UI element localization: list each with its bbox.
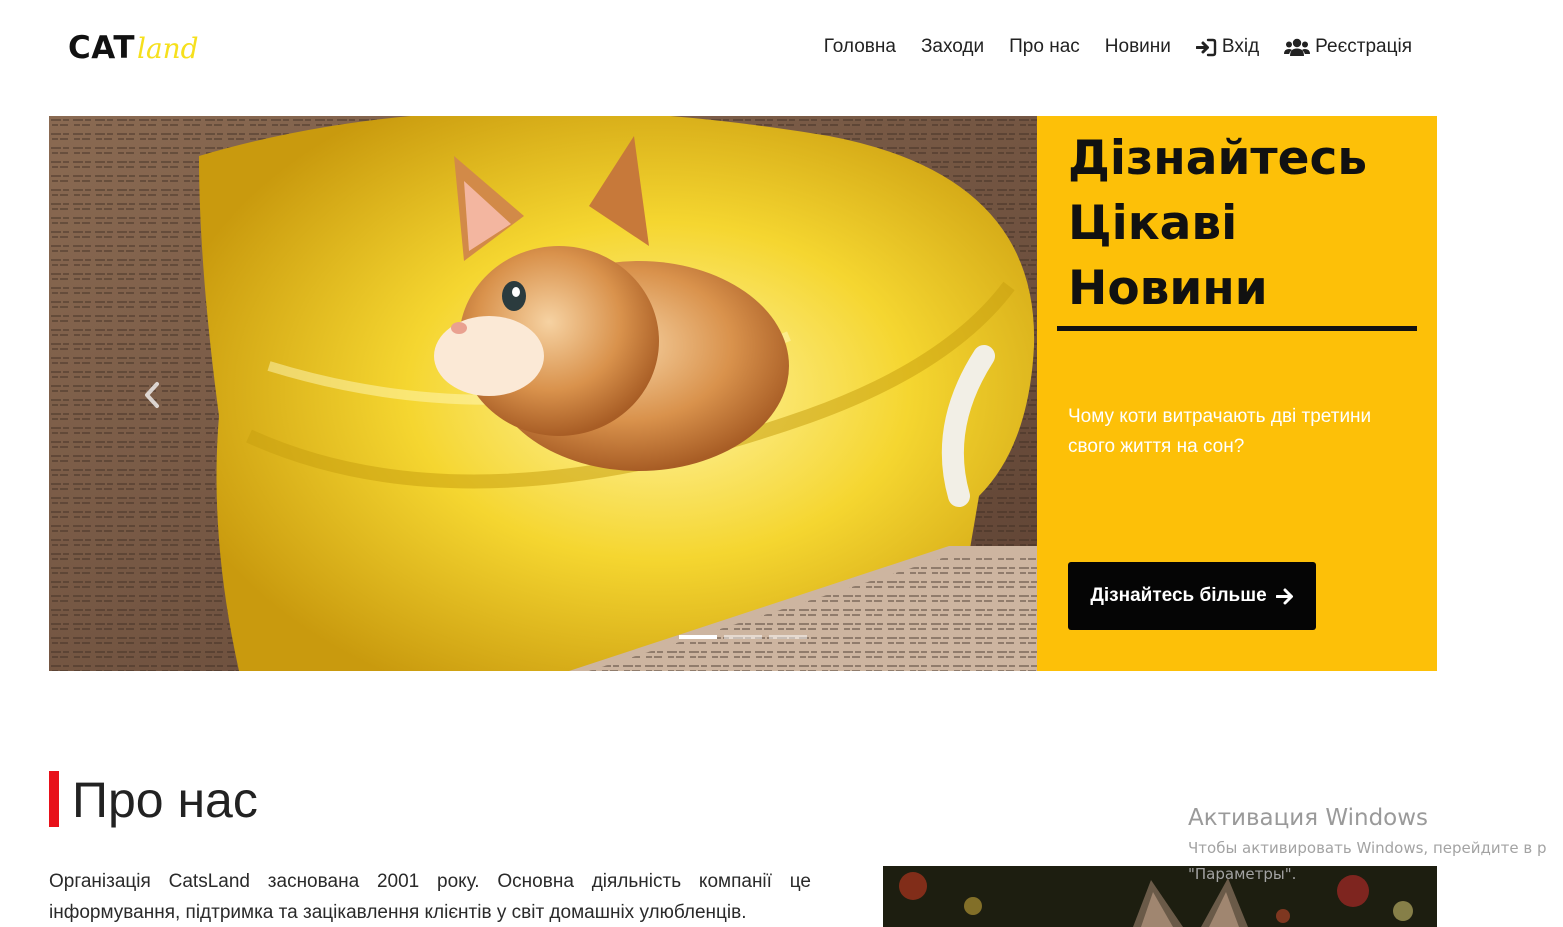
arrow-right-icon bbox=[1275, 588, 1293, 604]
nav-item-label: Головна bbox=[823, 36, 896, 57]
logo-main-text: CAT bbox=[68, 30, 135, 66]
about-photo bbox=[883, 866, 1437, 927]
nav-item-register[interactable]: Реєстрація bbox=[1284, 36, 1412, 58]
about-description: Організація CatsLand заснована 2001 року… bbox=[49, 871, 811, 923]
carousel-indicators bbox=[679, 635, 807, 639]
carousel-indicator-1[interactable] bbox=[679, 635, 717, 639]
logo-accent-text: land bbox=[136, 32, 199, 65]
sign-in-icon bbox=[1195, 38, 1217, 57]
hero-divider bbox=[1057, 326, 1417, 331]
hero-text-panel: Дізнайтесь Цікаві Новини Чому коти витра… bbox=[1037, 116, 1437, 671]
nav-item-events[interactable]: Заходи bbox=[921, 36, 984, 58]
nav-item-label: Про нас bbox=[1009, 36, 1080, 57]
nav-item-label: Заходи bbox=[920, 36, 985, 57]
nav-item-home[interactable]: Головна bbox=[824, 36, 896, 58]
nav-item-label: Реєстрація bbox=[1315, 36, 1412, 57]
nav-item-label: Новини bbox=[1104, 36, 1171, 57]
nav-item-login[interactable]: Вхід bbox=[1195, 36, 1260, 58]
hero-photo bbox=[49, 116, 1037, 671]
learn-more-button[interactable]: Дізнайтесь більше bbox=[1068, 562, 1316, 630]
nav-item-about[interactable]: Про нас bbox=[1009, 36, 1080, 58]
hero-carousel: Дізнайтесь Цікаві Новини Чому коти витра… bbox=[49, 116, 1437, 671]
hero-subtitle: Чому коти витрачають дві третини свого ж… bbox=[1068, 406, 1372, 457]
chevron-left-icon bbox=[145, 382, 159, 408]
cat-ears-image bbox=[883, 866, 1437, 927]
carousel-prev-button[interactable] bbox=[139, 378, 165, 412]
nav-item-news[interactable]: Новини bbox=[1105, 36, 1171, 58]
nav-item-label: Вхід bbox=[1221, 36, 1260, 57]
about-section-title: Про нас bbox=[72, 772, 258, 828]
kitten-in-sack-image bbox=[49, 116, 1037, 671]
watermark-line-1: Чтобы активировать Windows, перейдите в … bbox=[1188, 839, 1547, 857]
learn-more-label: Дізнайтесь більше bbox=[1090, 585, 1267, 606]
main-nav: Головна Заходи Про нас Новини Вхід Реєст… bbox=[824, 36, 1412, 58]
watermark-title: Активация Windows bbox=[1188, 805, 1429, 831]
hero-title: Дізнайтесь Цікаві Новини bbox=[1068, 131, 1368, 316]
carousel-indicator-2[interactable] bbox=[724, 635, 762, 639]
section-accent-bar bbox=[49, 771, 59, 827]
site-logo[interactable]: CAT land bbox=[68, 30, 199, 70]
users-icon bbox=[1284, 38, 1311, 57]
carousel-indicator-3[interactable] bbox=[769, 635, 807, 639]
